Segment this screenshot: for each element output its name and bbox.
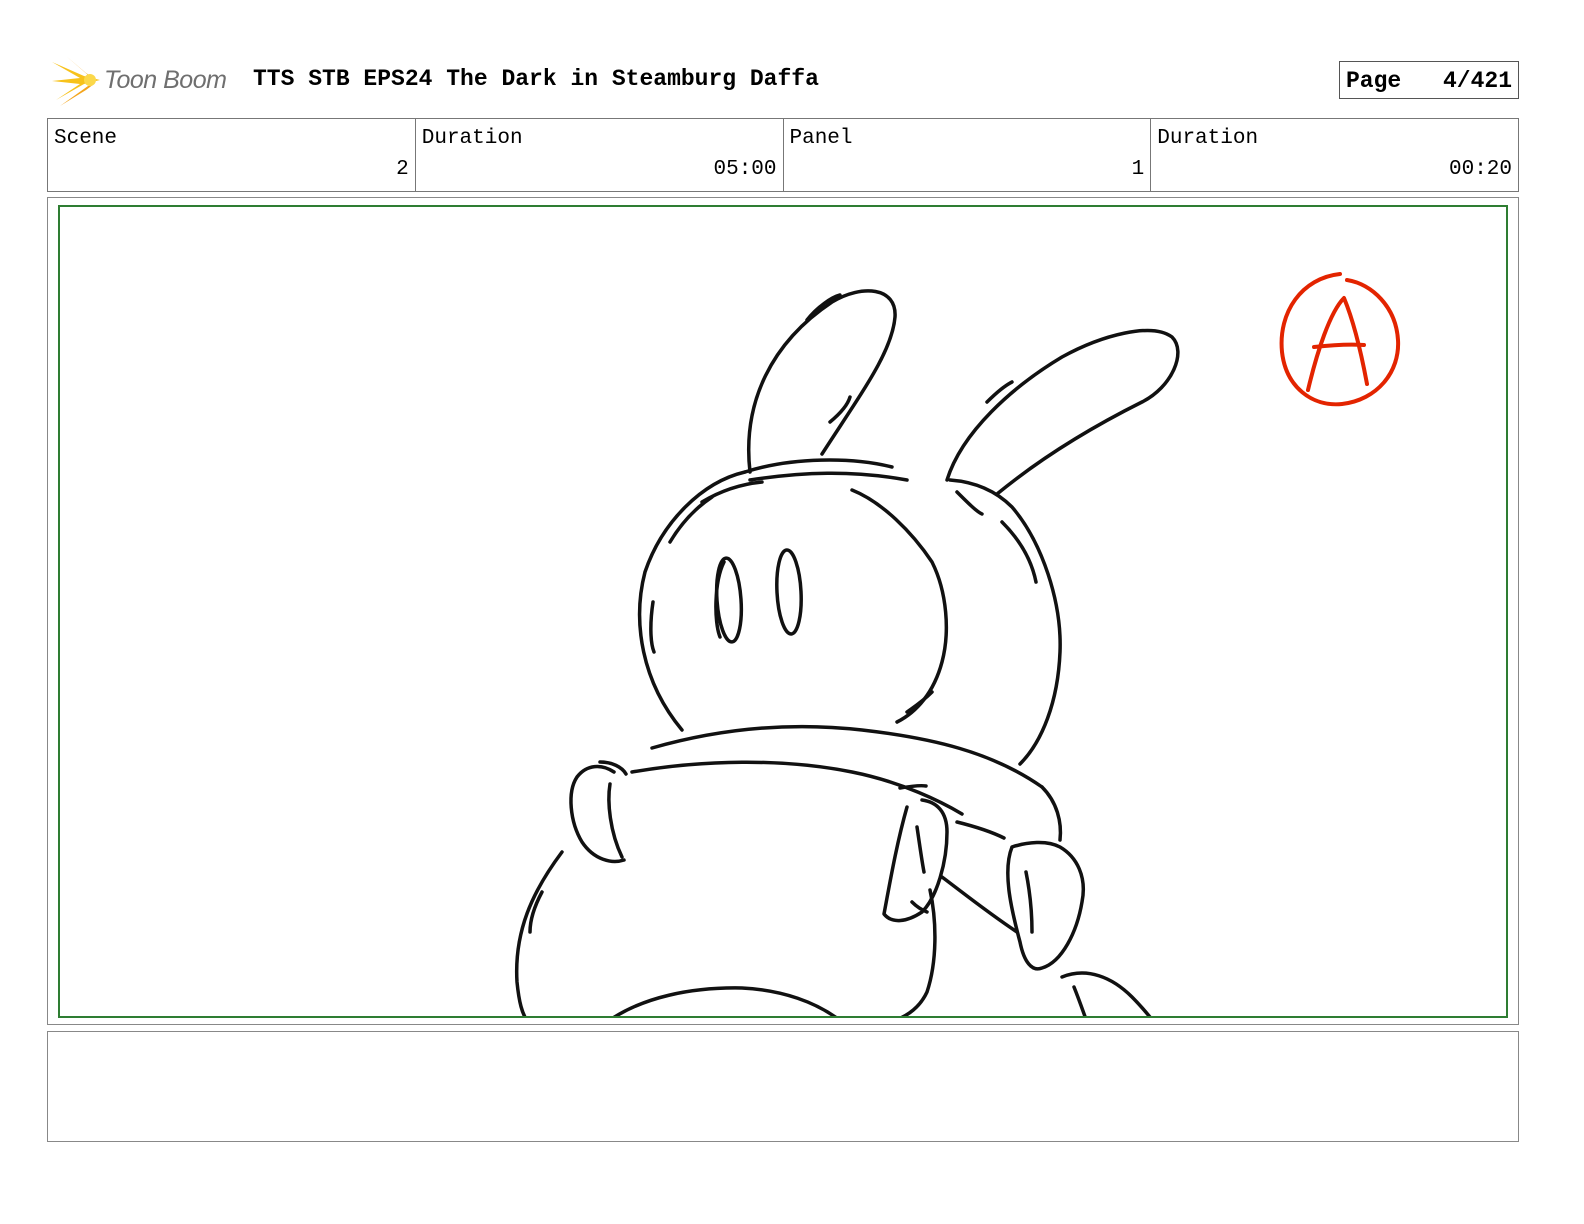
- page-label: Page: [1346, 68, 1402, 94]
- panel-info-row: Scene 2 Duration 05:00 Panel 1 Duration …: [47, 118, 1519, 192]
- scene-duration-label: Duration: [421, 127, 523, 150]
- panel-cell: Panel 1: [784, 119, 1152, 191]
- panel-value: 1: [1131, 158, 1145, 181]
- scene-duration-value: 05:00: [713, 158, 777, 181]
- scene-value: 2: [396, 158, 409, 181]
- scene-cell: Scene 2: [48, 119, 416, 191]
- panel-image-area: [58, 205, 1508, 1018]
- panel-notes-box: [47, 1031, 1519, 1142]
- panel-label: Panel: [789, 127, 853, 150]
- scene-label: Scene: [54, 127, 118, 150]
- page-counter: Page 4/421: [1339, 61, 1519, 99]
- panel-duration-cell: Duration 00:20: [1151, 119, 1518, 191]
- circled-a-annotation: [1279, 272, 1401, 407]
- scene-duration-cell: Duration 05:00: [416, 119, 784, 191]
- bunny-sketch-drawing: [514, 272, 1401, 1016]
- document-title: TTS STB EPS24 The Dark in Steamburg Daff…: [253, 66, 819, 92]
- page-number: 4/421: [1442, 68, 1512, 94]
- logo-text: Toon Boom: [104, 66, 227, 94]
- panel-duration-value: 00:20: [1448, 158, 1512, 181]
- panel-duration-label: Duration: [1157, 127, 1259, 150]
